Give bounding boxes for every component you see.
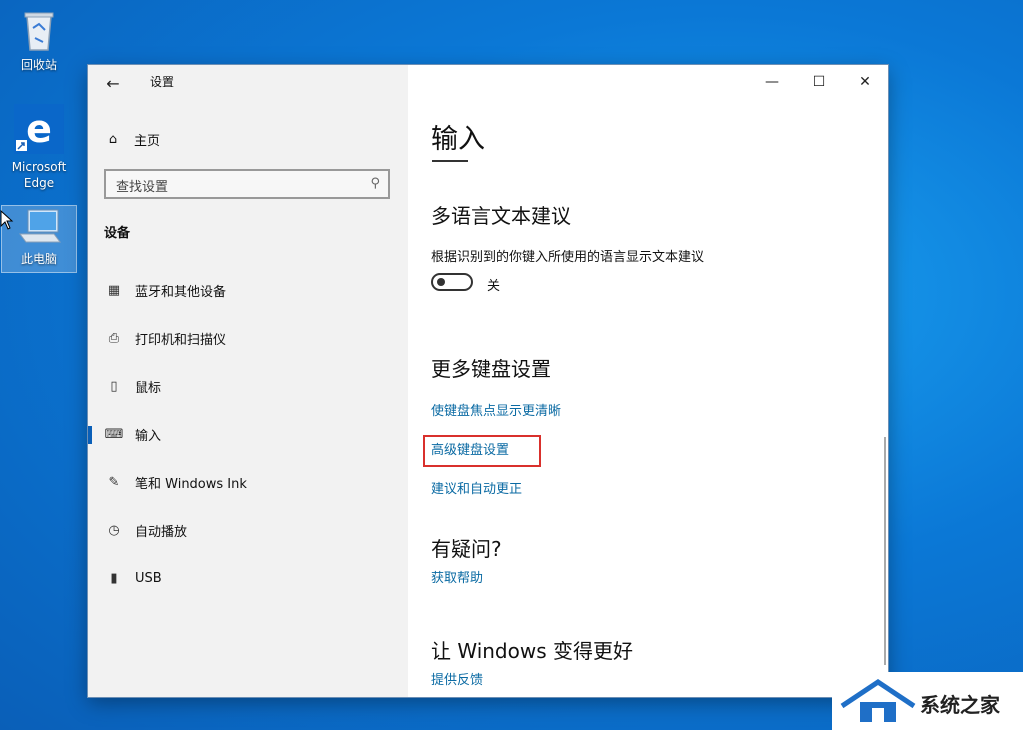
home-icon: ⌂ (108, 131, 118, 147)
question-heading: 有疑问? (431, 537, 502, 561)
keyboard-icon: ⌨ (104, 426, 124, 442)
sidebar-item-label: 自动播放 (135, 524, 188, 540)
multilang-heading: 多语言文本建议 (431, 204, 571, 228)
toggle-state-label: 关 (487, 279, 501, 294)
minimize-button[interactable]: — (761, 71, 783, 93)
get-help-link[interactable]: 获取帮助 (431, 567, 483, 586)
sidebar-item-label: 鼠标 (135, 380, 162, 396)
pen-icon: ✎ (108, 474, 120, 490)
scrollbar[interactable] (884, 437, 886, 665)
sidebar-item-bluetooth[interactable]: ▦ 蓝牙和其他设备 (88, 270, 408, 310)
mouse-cursor-icon (0, 210, 14, 230)
sidebar-item-label: 笔和 Windows Ink (135, 476, 247, 492)
desktop-icon-label: Microsoft Edge (11, 160, 67, 190)
sidebar-item-pen[interactable]: ✎ 笔和 Windows Ink (88, 462, 408, 502)
usb-icon: ▮ (110, 570, 118, 586)
sidebar-item-label: 主页 (134, 133, 161, 149)
this-pc-icon (19, 209, 61, 243)
house-logo-icon (840, 678, 916, 722)
title-underline (432, 160, 468, 162)
advanced-keyboard-link[interactable]: 高级键盘设置 (431, 439, 509, 458)
sidebar-item-label: USB (135, 570, 162, 586)
section-label: 设备 (104, 226, 131, 241)
sidebar-item-autoplay[interactable]: ◷ 自动播放 (88, 510, 408, 550)
sidebar-item-usb[interactable]: ▮ USB (88, 558, 408, 598)
main-content: — ☐ ✕ 输入 多语言文本建议 根据识别到的你键入所使用的语言显示文本建议 关… (408, 65, 888, 697)
window-title: 设置 (150, 75, 175, 89)
close-button[interactable]: ✕ (854, 71, 876, 93)
multilang-toggle[interactable] (431, 273, 473, 291)
autoplay-icon: ◷ (108, 522, 120, 538)
maximize-button[interactable]: ☐ (808, 71, 830, 93)
recycle-bin-icon (24, 12, 54, 51)
autocorrect-link[interactable]: 建议和自动更正 (431, 478, 522, 497)
back-arrow-icon[interactable]: ← (102, 73, 124, 95)
watermark-text: 系统之家 (920, 693, 1000, 717)
sidebar-item-home[interactable]: ⌂ 主页 (102, 127, 160, 151)
sidebar-item-label: 蓝牙和其他设备 (135, 284, 227, 300)
desktop-icon-edge[interactable]: e Microsoft Edge (4, 104, 74, 191)
sidebar-item-label: 输入 (135, 428, 162, 444)
feedback-link[interactable]: 提供反馈 (431, 669, 483, 688)
mouse-icon: ▯ (110, 378, 118, 394)
search-icon[interactable]: ⚲ (370, 176, 380, 191)
desktop-icon-label: 此电脑 (20, 252, 57, 266)
desktop-icon-label: 回收站 (20, 58, 57, 72)
sidebar-item-label: 打印机和扫描仪 (135, 332, 227, 348)
search-input[interactable]: 查找设置 ⚲ (104, 169, 390, 199)
svg-text:e: e (26, 107, 52, 151)
watermark: 系统之家 (832, 672, 1023, 730)
desktop-icon-recycle-bin[interactable]: 回收站 (4, 8, 74, 73)
sidebar: ← 设置 ⌂ 主页 查找设置 ⚲ 设备 ▦ 蓝牙和其他设备 ⎙ 打印机和扫描仪 … (88, 65, 408, 697)
sidebar-item-printers[interactable]: ⎙ 打印机和扫描仪 (88, 318, 408, 358)
printer-icon: ⎙ (108, 330, 120, 346)
settings-window: ← 设置 ⌂ 主页 查找设置 ⚲ 设备 ▦ 蓝牙和其他设备 ⎙ 打印机和扫描仪 … (88, 65, 888, 697)
sidebar-item-mouse[interactable]: ▯ 鼠标 (88, 366, 408, 406)
improve-heading: 让 Windows 变得更好 (431, 639, 633, 663)
edge-icon: e (14, 104, 64, 154)
bluetooth-devices-icon: ▦ (107, 282, 121, 298)
keyboard-focus-link[interactable]: 使键盘焦点显示更清晰 (431, 400, 561, 419)
page-title: 输入 (431, 124, 485, 155)
multilang-description: 根据识别到的你键入所使用的语言显示文本建议 (431, 250, 705, 265)
sidebar-item-typing[interactable]: ⌨ 输入 (88, 414, 408, 454)
toggle-knob (437, 278, 445, 286)
keyboard-heading: 更多键盘设置 (431, 357, 551, 381)
search-placeholder: 查找设置 (116, 180, 169, 195)
